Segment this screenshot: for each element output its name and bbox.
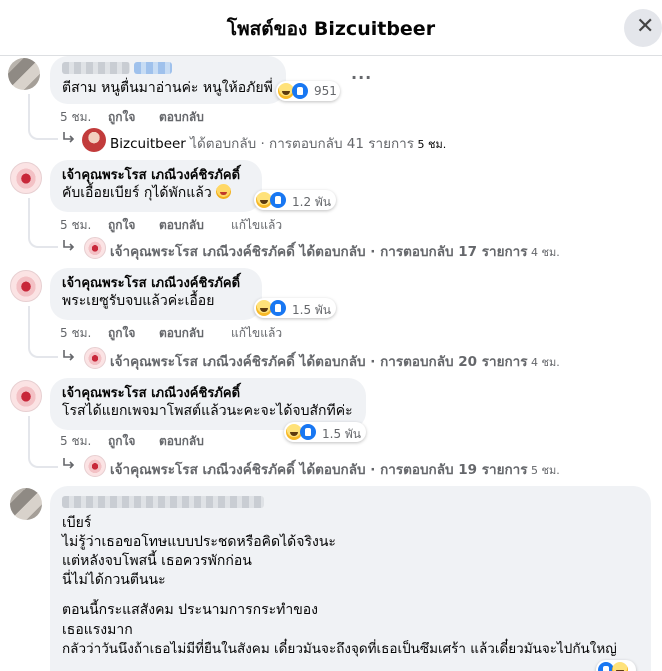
comment-time[interactable]: 5 ชม.: [60, 108, 91, 127]
reaction-summary[interactable]: [596, 660, 636, 671]
reaction-count: 1.5 พัน: [322, 427, 362, 441]
comment-bubble: ตีสาม หนูตื่นมาอ่านค่ะ หนูให้อภัยพี่: [50, 56, 286, 104]
comment-bubble: เจ้าคุณพระโรส เภณีวงค์ชิรภัคดิ์ คับเอื้อ…: [50, 160, 262, 212]
close-icon: ✕: [636, 14, 655, 39]
comment-text: โรสได้แยกเพจมาโพสต์แล้วนะคะจะได้จบสักทีค…: [62, 403, 353, 419]
reply-time: 4 ชม.: [527, 246, 560, 259]
reply-summary-text: ได้ตอบกลับ · การตอบกลับ 20 รายการ: [294, 354, 528, 370]
view-replies-link[interactable]: Bizcuitbeer ได้ตอบกลับ · การตอบกลับ 41 ร…: [62, 128, 502, 154]
like-icon: [270, 300, 286, 316]
page-title: โพสต์ของ Bizcuitbeer: [226, 18, 436, 40]
reply-button[interactable]: ตอบกลับ: [159, 108, 204, 127]
reaction-count: 1.2 พัน: [292, 195, 332, 209]
replier-name: เจ้าคุณพระโรส เภณีวงค์ชิรภัคดิ์: [110, 354, 295, 370]
reaction-summary[interactable]: 1.2 พัน: [254, 190, 336, 210]
replier-name: เจ้าคุณพระโรส เภณีวงค์ชิรภัคดิ์: [110, 244, 295, 260]
avatar[interactable]: [10, 270, 42, 302]
reaction-count: 1.5 พัน: [292, 303, 332, 317]
comment-text: ตีสาม หนูตื่นมาอ่านค่ะ หนูให้อภัยพี่: [62, 80, 273, 96]
replier-avatar: [84, 455, 106, 477]
reply-button[interactable]: ตอบกลับ: [159, 432, 204, 451]
reaction-count: 951: [314, 84, 337, 98]
haha-icon: [612, 662, 628, 671]
like-button[interactable]: ถูกใจ: [108, 432, 135, 451]
avatar[interactable]: [8, 58, 40, 90]
reply-time: 5 ชม.: [414, 138, 447, 151]
comment-line: นี่ไม่ได้กวนตีนนะ: [62, 572, 166, 588]
comment-time[interactable]: 5 ชม.: [60, 324, 91, 343]
comment-line: ไม่รู้ว่าเธอขอโทษแบบประชดหรือคิดได้จริงน…: [62, 534, 336, 550]
reaction-summary[interactable]: 951: [276, 81, 340, 101]
blurred-author-name: [62, 62, 130, 74]
more-options-icon[interactable]: ···: [351, 68, 372, 87]
thread-line: [28, 416, 58, 468]
reply-summary-text: ได้ตอบกลับ · การตอบกลับ 19 รายการ: [294, 462, 528, 478]
view-replies-link[interactable]: เจ้าคุณพระโรส เภณีวงค์ชิรภัคดิ์ ได้ตอบกล…: [62, 454, 622, 480]
blurred-author-name: [134, 62, 172, 74]
dialog-header: โพสต์ของ Bizcuitbeer ✕: [0, 0, 662, 56]
like-icon: [270, 192, 286, 208]
thread-line: [28, 198, 58, 248]
comment-line: เบียร์: [62, 515, 92, 531]
comment-bubble: เบียร์ ไม่รู้ว่าเธอขอโทษแบบประชดหรือคิดไ…: [50, 486, 651, 671]
like-button[interactable]: ถูกใจ: [108, 324, 135, 343]
comment-actions: 5 ชม. ถูกใจ ตอบกลับ: [60, 108, 300, 124]
edited-label: แก้ไขแล้ว: [231, 218, 283, 232]
avatar[interactable]: [10, 380, 42, 412]
comment-line: กลัวว่าวันนึงถ้าเธอไม่มีที่ยืนในสังคม เด…: [62, 641, 617, 657]
comment-actions: 5 ชม. ถูกใจ ตอบกลับ: [60, 432, 300, 448]
reply-arrow-icon: [63, 240, 75, 251]
reply-summary-text: ได้ตอบกลับ · การตอบกลับ 41 รายการ: [185, 136, 415, 152]
reply-arrow-icon: [63, 350, 75, 361]
like-icon: [292, 83, 308, 99]
reply-summary-text: ได้ตอบกลับ · การตอบกลับ 17 รายการ: [294, 244, 528, 260]
like-icon: [300, 424, 316, 440]
like-button[interactable]: ถูกใจ: [108, 108, 135, 127]
view-replies-link[interactable]: เจ้าคุณพระโรส เภณีวงค์ชิรภัคดิ์ ได้ตอบกล…: [62, 236, 622, 262]
comment-line: ตอนนี้กระแสสังคม ประนามการกระทำของ: [62, 602, 319, 618]
close-button[interactable]: ✕: [624, 9, 662, 47]
replier-name: เจ้าคุณพระโรส เภณีวงค์ชิรภัคดิ์: [110, 462, 295, 478]
comment-time[interactable]: 5 ชม.: [60, 216, 91, 235]
replier-avatar: [84, 237, 106, 259]
avatar[interactable]: [10, 488, 42, 520]
reply-button[interactable]: ตอบกลับ: [159, 324, 204, 343]
author-name[interactable]: เจ้าคุณพระโรส เภณีวงค์ชิรภัคดิ์: [62, 275, 250, 292]
thread-line: [28, 306, 58, 358]
comment-line: เธอแรงมาก: [62, 622, 133, 638]
comment-actions: 5 ชม. ถูกใจ ตอบกลับ แก้ไขแล้ว: [60, 216, 320, 232]
author-name[interactable]: เจ้าคุณพระโรส เภณีวงค์ชิรภัคดิ์: [62, 385, 354, 402]
replier-avatar: [82, 128, 106, 152]
reply-arrow-icon: [63, 132, 75, 143]
reply-time: 5 ชม.: [527, 464, 560, 477]
replier-name: Bizcuitbeer: [110, 136, 186, 152]
reply-arrow-icon: [63, 458, 75, 469]
blurred-author-name: [62, 496, 264, 508]
comment-text: คับเอื้อยเบียร์ กุได้พักแล้ว: [62, 185, 212, 201]
comment-bubble: เจ้าคุณพระโรส เภณีวงค์ชิรภัคดิ์ พระเยซูร…: [50, 268, 262, 320]
reaction-summary[interactable]: 1.5 พัน: [254, 298, 336, 318]
like-button[interactable]: ถูกใจ: [108, 216, 135, 235]
author-name[interactable]: เจ้าคุณพระโรส เภณีวงค์ชิรภัคดิ์: [62, 167, 250, 184]
thread-line: [28, 94, 58, 140]
comment-line: แต่หลังจบโพสนี้ เธอควรพักก่อน: [62, 553, 252, 569]
reply-time: 4 ชม.: [527, 356, 560, 369]
comment-text: พระเยซูรับจบแล้วค่ะเอื้อย: [62, 293, 215, 309]
starstruck-emoji-icon: [216, 184, 232, 199]
reply-button[interactable]: ตอบกลับ: [159, 216, 204, 235]
comment-actions: 5 ชม. ถูกใจ ตอบกลับ แก้ไขแล้ว: [60, 324, 320, 340]
avatar[interactable]: [10, 162, 42, 194]
replier-avatar: [84, 347, 106, 369]
comment-time[interactable]: 5 ชม.: [60, 432, 91, 451]
edited-label: แก้ไขแล้ว: [231, 326, 283, 340]
view-replies-link[interactable]: เจ้าคุณพระโรส เภณีวงค์ชิรภัคดิ์ ได้ตอบกล…: [62, 346, 622, 372]
